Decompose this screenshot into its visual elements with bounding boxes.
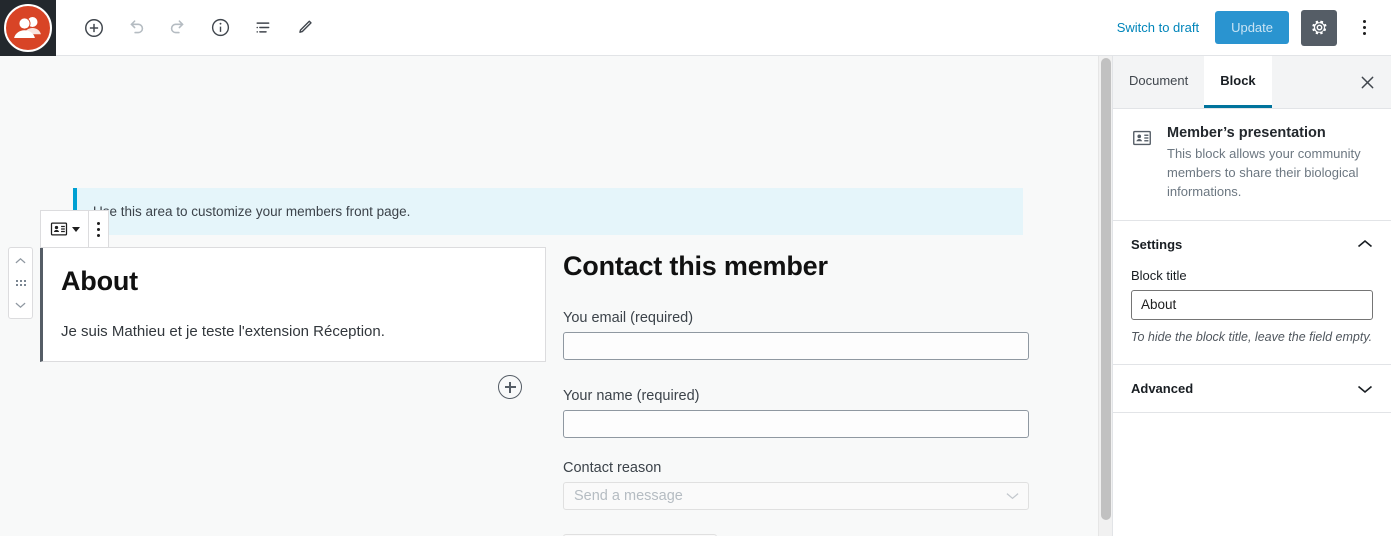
- editor-tools: [56, 10, 322, 46]
- kebab-vertical-icon: [1362, 20, 1366, 35]
- block-type-switcher-button[interactable]: [41, 211, 88, 247]
- block-mover: [8, 247, 33, 319]
- settings-panel-header[interactable]: Settings: [1113, 221, 1391, 268]
- email-field-group: You email (required): [563, 310, 1033, 360]
- editor-actions: Switch to draft Update: [1113, 9, 1391, 46]
- id-card-icon: [1131, 125, 1153, 202]
- about-block-text: Je suis Mathieu et je teste l'extension …: [61, 323, 385, 340]
- contact-reason-select[interactable]: Send a message: [563, 482, 1029, 510]
- redo-button[interactable]: [160, 10, 196, 46]
- block-title-label: Block title: [1131, 267, 1187, 283]
- tab-block[interactable]: Block: [1204, 56, 1272, 108]
- undo-button[interactable]: [118, 10, 154, 46]
- chevron-down-icon: [1006, 492, 1019, 501]
- advanced-panel-header[interactable]: Advanced: [1113, 365, 1391, 414]
- member-presentation-block[interactable]: About Je suis Mathieu et je teste l'exte…: [40, 247, 546, 362]
- wordpress-block-editor: Switch to draft Update Use this area to …: [0, 0, 1391, 536]
- settings-sidebar: Document Block Member’s presentation Thi…: [1112, 56, 1391, 536]
- add-block-button[interactable]: [76, 10, 112, 46]
- block-inserter-button[interactable]: [498, 375, 522, 399]
- site-logo-tile[interactable]: [0, 0, 56, 56]
- info-circle-icon: [211, 18, 229, 37]
- tab-document[interactable]: Document: [1113, 56, 1204, 108]
- name-field-label: Your name (required): [563, 388, 700, 404]
- contact-reason-value: Send a message: [574, 488, 683, 504]
- contact-member-block: Contact this member You email (required)…: [563, 251, 1033, 536]
- kebab-vertical-icon: [97, 221, 100, 237]
- canvas-scrollbar-thumb[interactable]: [1101, 58, 1111, 520]
- notice-text: Use this area to customize your members …: [93, 204, 411, 219]
- drag-handle-icon[interactable]: [15, 280, 26, 286]
- move-block-down-button[interactable]: [9, 296, 32, 314]
- close-sidebar-button[interactable]: [1343, 56, 1391, 108]
- email-field[interactable]: [563, 332, 1029, 360]
- update-button[interactable]: Update: [1215, 11, 1289, 44]
- list-view-icon: [255, 22, 269, 33]
- settings-toggle-button[interactable]: [1301, 9, 1337, 46]
- block-toolbar: [40, 210, 109, 248]
- block-card-title: Member’s presentation: [1167, 125, 1326, 141]
- contact-reason-group: Contact reason Send a message: [563, 460, 1033, 510]
- chevron-down-icon: [15, 302, 26, 309]
- block-card-description: This block allows your community members…: [1167, 146, 1361, 199]
- switch-to-draft-button[interactable]: Switch to draft: [1113, 14, 1203, 41]
- settings-panel-body: Block title To hide the block title, lea…: [1113, 268, 1391, 366]
- close-icon: [1361, 76, 1373, 88]
- chevron-up-icon: [1357, 239, 1373, 249]
- id-card-icon: [50, 222, 68, 236]
- buddypress-members-logo-icon: [4, 3, 52, 52]
- pencil-icon: [298, 20, 312, 33]
- redo-icon: [170, 19, 184, 33]
- front-page-notice: Use this area to customize your members …: [73, 188, 1023, 235]
- gear-icon: [1311, 20, 1327, 35]
- email-field-label: You email (required): [563, 310, 694, 326]
- undo-icon: [130, 19, 144, 33]
- settings-panel-title: Settings: [1131, 236, 1183, 252]
- content-info-button[interactable]: [202, 10, 238, 46]
- editor-top-bar: Switch to draft Update: [0, 0, 1391, 56]
- contact-block-title: Contact this member: [563, 251, 828, 281]
- block-title-input[interactable]: [1131, 289, 1373, 320]
- chevron-down-icon: [1357, 384, 1373, 394]
- list-view-button[interactable]: [244, 10, 280, 46]
- sidebar-tabs: Document Block: [1113, 56, 1391, 109]
- more-menu-button[interactable]: [1349, 10, 1379, 46]
- name-field[interactable]: [563, 410, 1029, 438]
- move-block-up-button[interactable]: [9, 252, 32, 270]
- plus-circle-icon: [85, 18, 103, 37]
- block-title-help-text: To hide the block title, leave the field…: [1131, 329, 1373, 344]
- chevron-down-icon: [72, 226, 80, 232]
- edit-mode-button[interactable]: [286, 10, 322, 46]
- name-field-group: Your name (required): [563, 388, 1033, 438]
- editor-canvas: Use this area to customize your members …: [0, 56, 1098, 536]
- advanced-panel-title: Advanced: [1131, 381, 1194, 397]
- block-info-card: Member’s presentation This block allows …: [1113, 109, 1391, 221]
- chevron-up-icon: [15, 257, 26, 264]
- contact-reason-label: Contact reason: [563, 460, 662, 476]
- block-more-options-button[interactable]: [89, 211, 108, 247]
- canvas-scrollbar[interactable]: [1098, 56, 1112, 536]
- about-block-title: About: [61, 266, 138, 296]
